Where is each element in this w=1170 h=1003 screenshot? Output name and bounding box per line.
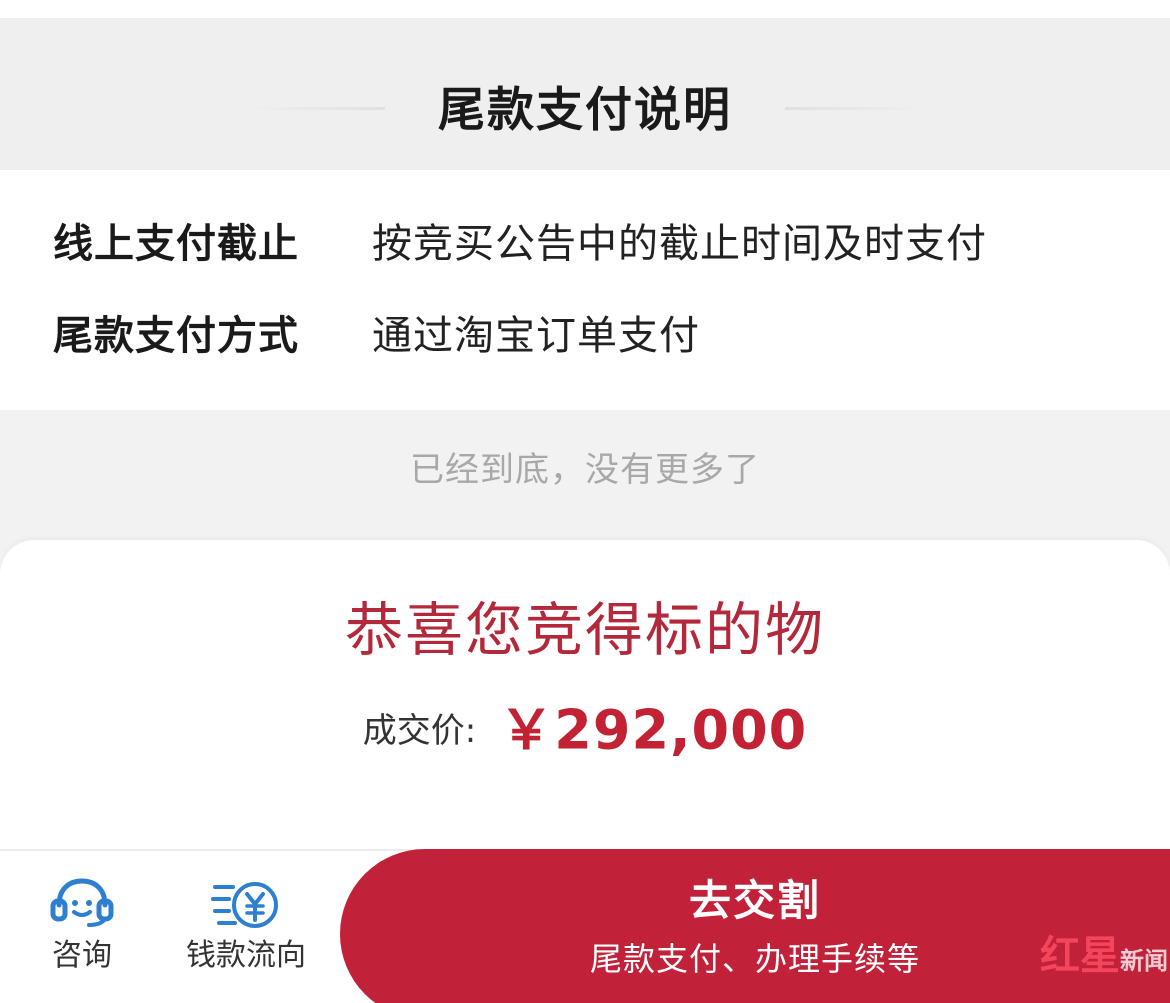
top-strip xyxy=(0,0,1170,18)
watermark-text: 红星新闻 xyxy=(1040,930,1168,987)
auction-payment-page: 尾款支付说明 线上支付截止 按竞买公告中的截止时间及时支付 尾款支付方式 通过淘… xyxy=(0,0,1170,1003)
list-end-text: 已经到底，没有更多了 xyxy=(410,450,760,490)
info-label: 尾款支付方式 xyxy=(53,313,299,359)
watermark-main: 红星 xyxy=(1040,932,1120,979)
info-value: 按竞买公告中的截止时间及时支付 xyxy=(372,221,987,267)
price-label: 成交价: xyxy=(362,710,477,751)
congrats-message: 恭喜您竞得标的物 xyxy=(344,596,825,664)
consult-button[interactable]: 咨询 xyxy=(22,851,142,1003)
yuan-flow-icon xyxy=(211,882,278,928)
section-title: 尾款支付说明 xyxy=(438,83,732,138)
payment-info-card: 线上支付截止 按竞买公告中的截止时间及时支付 尾款支付方式 通过淘宝订单支付 xyxy=(0,170,1170,410)
info-row-deadline: 线上支付截止 按竞买公告中的截止时间及时支付 xyxy=(0,214,1170,274)
watermark-suffix: 新闻 xyxy=(1120,946,1168,975)
final-price-row: 成交价: ￥292,000 xyxy=(0,695,1170,766)
settle-button-title: 去交割 xyxy=(688,876,821,925)
consult-label: 咨询 xyxy=(52,938,112,973)
news-watermark-logo: 红星新闻 xyxy=(1040,930,1168,995)
money-flow-label: 钱款流向 xyxy=(186,938,306,973)
info-row-method: 尾款支付方式 通过淘宝订单支付 xyxy=(0,306,1170,366)
info-value: 通过淘宝订单支付 xyxy=(372,313,700,359)
money-flow-button[interactable]: 钱款流向 xyxy=(176,851,316,1003)
header-divider-right xyxy=(785,107,925,110)
customer-service-icon xyxy=(50,878,114,927)
price-value: ￥292,000 xyxy=(499,698,808,762)
info-label: 线上支付截止 xyxy=(53,221,299,267)
section-header: 尾款支付说明 xyxy=(0,18,1170,170)
